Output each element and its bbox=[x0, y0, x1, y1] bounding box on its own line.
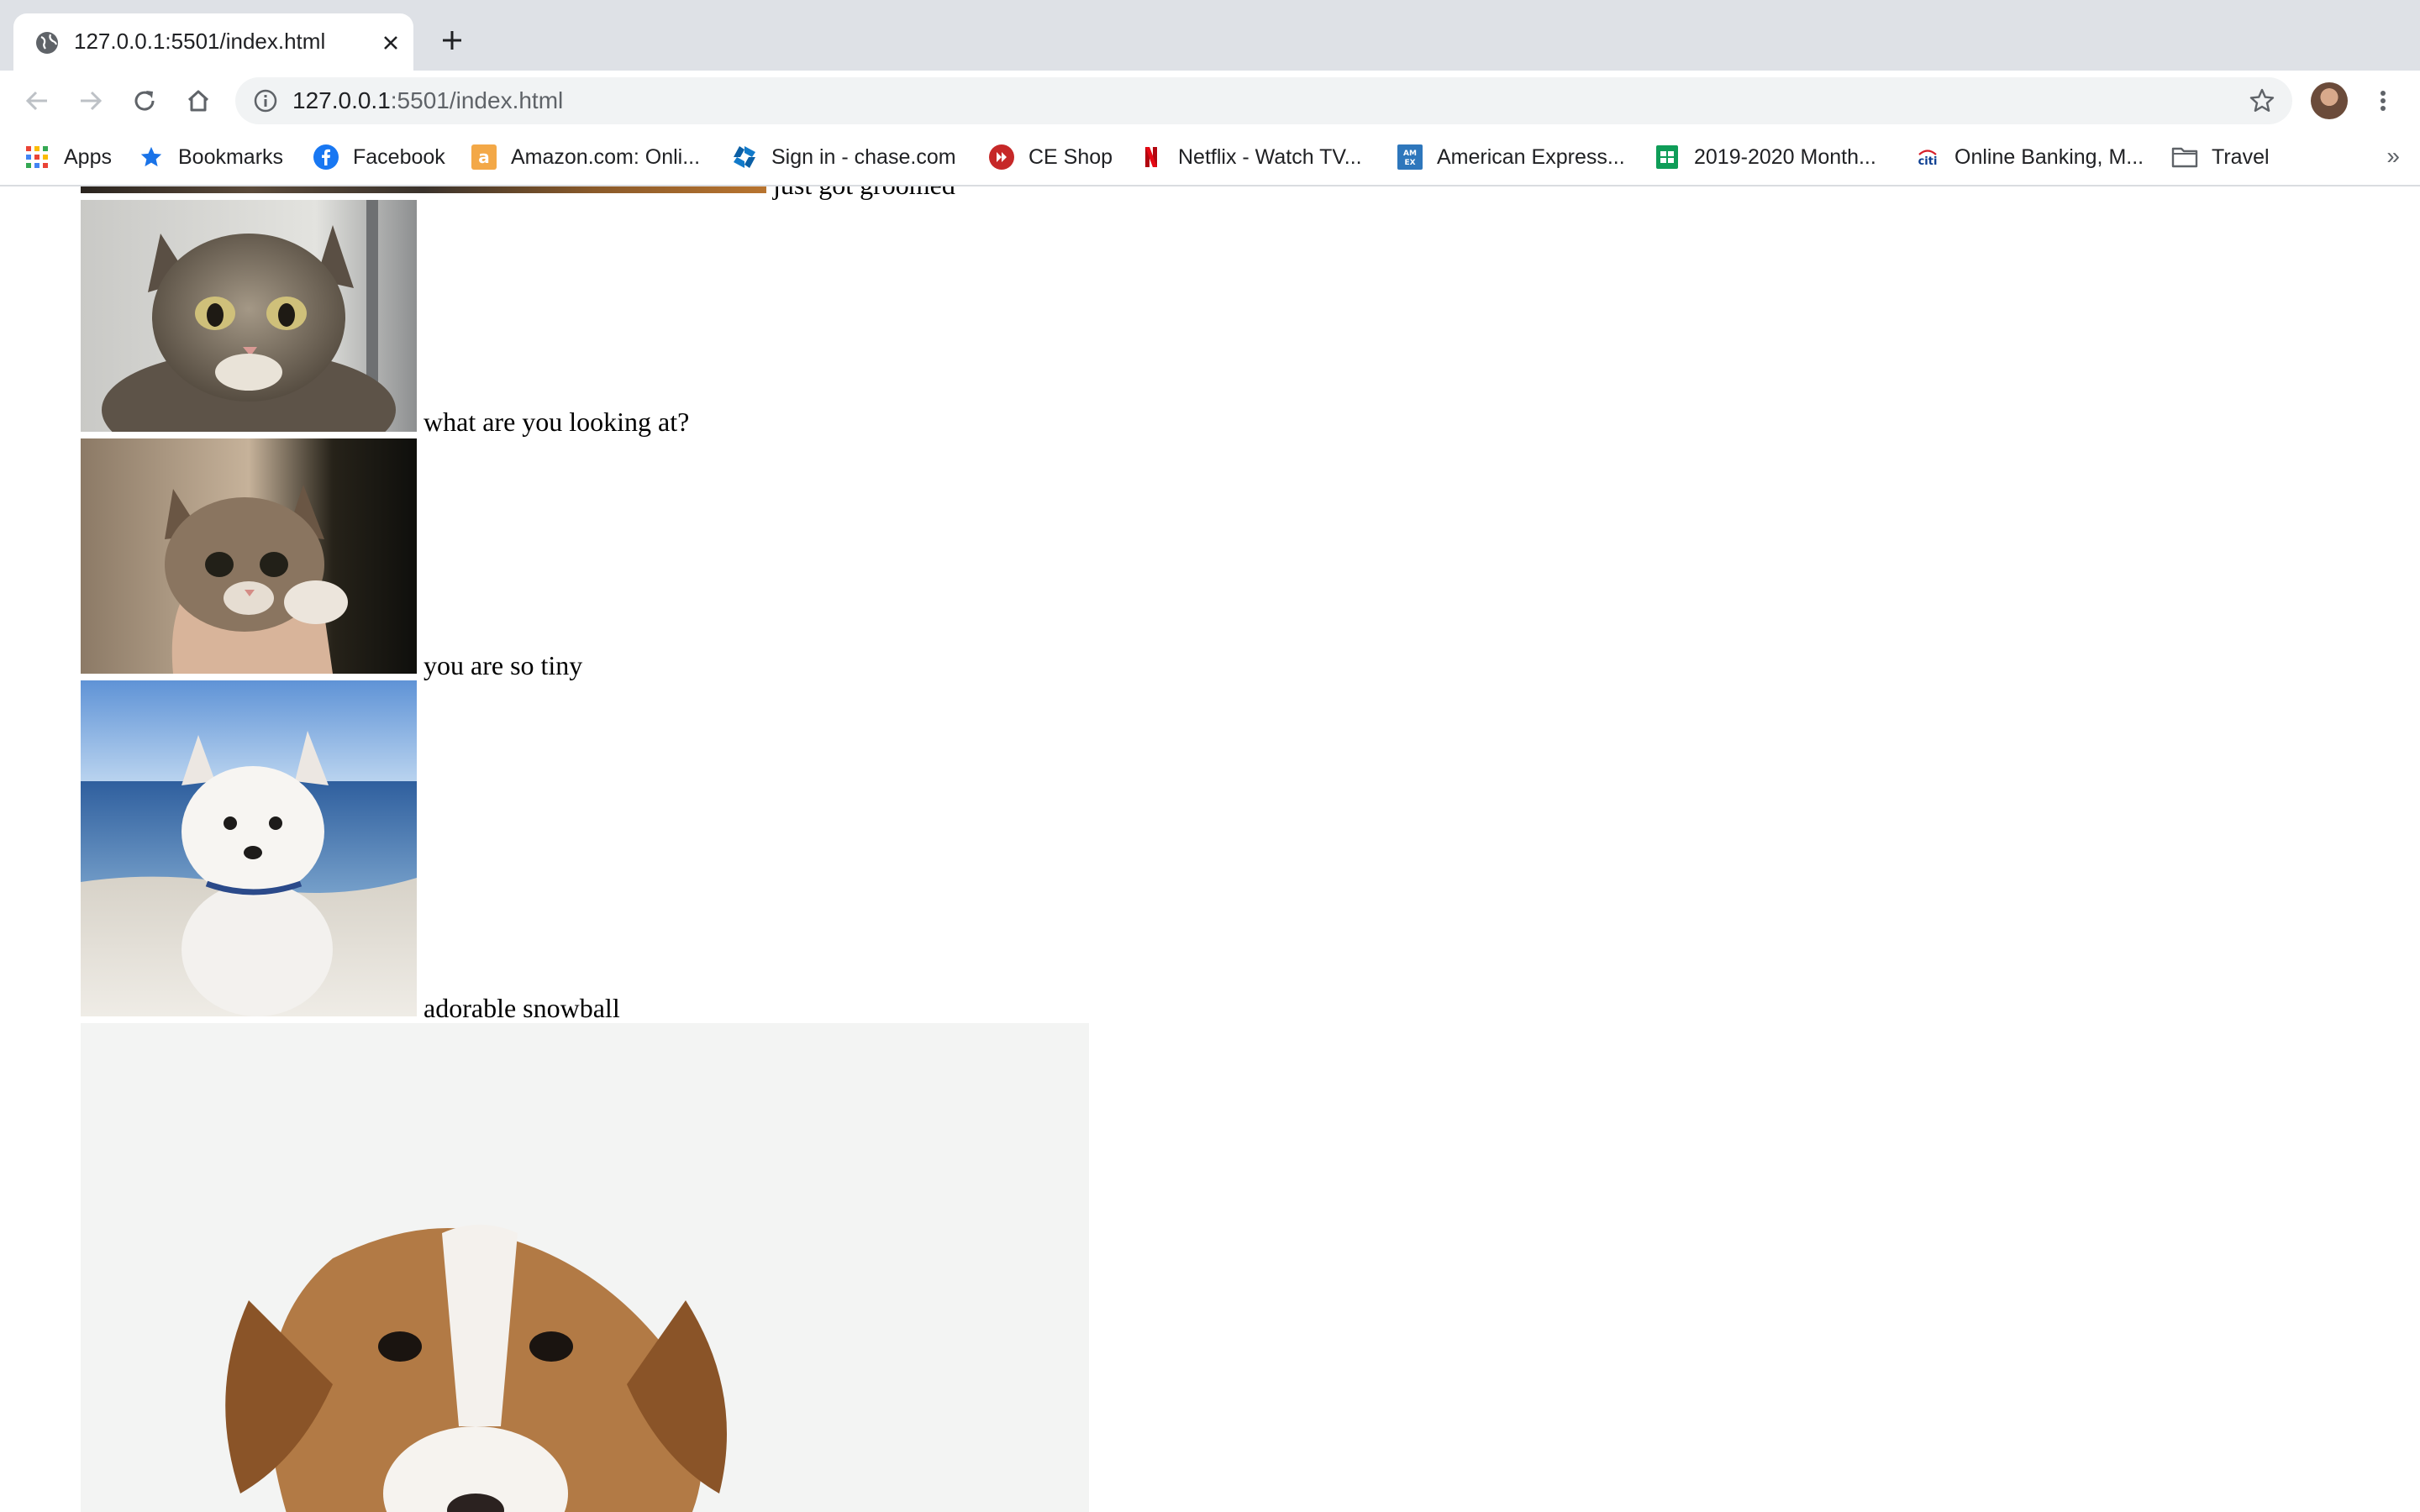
bookmarks-overflow-button[interactable]: » bbox=[2386, 143, 2400, 170]
bookmark-label: Travel bbox=[2212, 144, 2270, 169]
reload-button[interactable] bbox=[124, 81, 165, 121]
netflix-icon bbox=[1138, 144, 1165, 171]
apps-grid-icon bbox=[24, 144, 50, 171]
bookmark-label: Apps bbox=[64, 144, 112, 169]
menu-button[interactable] bbox=[2363, 81, 2403, 121]
back-button[interactable] bbox=[17, 81, 57, 121]
bookmark-ce-shop[interactable]: CE Shop bbox=[988, 131, 1113, 183]
globe-icon bbox=[36, 32, 58, 54]
citi-icon: citi bbox=[1914, 144, 1941, 171]
dog-photo bbox=[81, 186, 766, 193]
tabby-kitten-photo bbox=[81, 200, 417, 432]
star-icon bbox=[138, 144, 165, 171]
arrow-right-icon bbox=[81, 91, 103, 111]
page-content: just got groomed what are you looking at… bbox=[0, 186, 2420, 1512]
facebook-icon bbox=[313, 144, 339, 171]
close-icon[interactable] bbox=[378, 30, 403, 55]
profile-avatar[interactable] bbox=[2311, 82, 2348, 119]
browser-toolbar: 127.0.0.1:5501/index.html bbox=[0, 71, 2420, 131]
url-host: 127.0.0.1 bbox=[292, 87, 391, 113]
bookmark-label: Bookmarks bbox=[178, 144, 284, 169]
info-icon[interactable] bbox=[252, 87, 279, 114]
svg-text:EX: EX bbox=[1404, 159, 1415, 167]
amazon-icon: a bbox=[471, 144, 497, 171]
chase-icon bbox=[731, 144, 758, 171]
home-icon bbox=[187, 90, 209, 112]
bookmark-amex[interactable]: AM EX American Express... bbox=[1397, 131, 1625, 183]
bookmark-label: CE Shop bbox=[1028, 144, 1113, 169]
ce-shop-icon bbox=[988, 144, 1015, 171]
url-text[interactable]: 127.0.0.1:5501/index.html bbox=[292, 87, 563, 114]
bookmark-bookmarks[interactable]: Bookmarks bbox=[138, 131, 283, 183]
bookmarks-bar: Apps Bookmarks Facebook a Amazon.com: On… bbox=[0, 131, 2420, 186]
url-path: :5501/index.html bbox=[390, 87, 564, 113]
tab-title: 127.0.0.1:5501/index.html bbox=[74, 29, 326, 54]
bookmark-label: Netflix - Watch TV... bbox=[1178, 144, 1362, 169]
beagle-puppy-photo bbox=[81, 1023, 1089, 1512]
photo-caption: what are you looking at? bbox=[424, 407, 690, 437]
white-puppy-photo bbox=[81, 680, 417, 1016]
forward-button[interactable] bbox=[71, 81, 111, 121]
folder-icon bbox=[2171, 144, 2198, 171]
bookmark-star-icon[interactable] bbox=[2245, 84, 2279, 118]
bookmark-label: Sign in - chase.com bbox=[771, 144, 956, 169]
bookmark-label: Facebook bbox=[353, 144, 445, 169]
amex-icon: AM EX bbox=[1397, 144, 1423, 171]
bookmark-label: 2019-2020 Month... bbox=[1694, 144, 1876, 169]
arrow-left-icon bbox=[25, 91, 47, 111]
bookmark-citi[interactable]: citi Online Banking, M... bbox=[1914, 131, 2144, 183]
bookmark-amazon[interactable]: a Amazon.com: Onli... bbox=[471, 131, 700, 183]
kebab-menu-icon bbox=[2381, 91, 2386, 111]
browser-tab[interactable]: 127.0.0.1:5501/index.html bbox=[13, 13, 413, 71]
photo-caption: just got groomed bbox=[773, 186, 955, 198]
svg-text:a: a bbox=[478, 147, 490, 167]
bookmark-apps[interactable]: Apps bbox=[24, 131, 112, 183]
plus-icon bbox=[443, 31, 461, 50]
bookmark-sheets[interactable]: 2019-2020 Month... bbox=[1654, 131, 1876, 183]
reload-icon bbox=[134, 91, 155, 111]
tab-strip: 127.0.0.1:5501/index.html bbox=[0, 0, 2420, 71]
svg-text:citi: citi bbox=[1918, 155, 1938, 168]
bookmark-facebook[interactable]: Facebook bbox=[313, 131, 445, 183]
bookmark-netflix[interactable]: Netflix - Watch TV... bbox=[1138, 131, 1362, 183]
bookmark-label: Amazon.com: Onli... bbox=[511, 144, 701, 169]
sheets-icon bbox=[1654, 144, 1681, 171]
photo-caption: you are so tiny bbox=[424, 650, 583, 680]
bookmark-label: American Express... bbox=[1437, 144, 1625, 169]
small-kitten-photo bbox=[81, 438, 417, 674]
svg-text:AM: AM bbox=[1403, 150, 1417, 158]
photo-caption: adorable snowball bbox=[424, 993, 620, 1023]
address-bar[interactable]: 127.0.0.1:5501/index.html bbox=[235, 77, 2292, 124]
bookmark-chase[interactable]: Sign in - chase.com bbox=[731, 131, 956, 183]
bookmark-label: Online Banking, M... bbox=[1954, 144, 2144, 169]
home-button[interactable] bbox=[178, 81, 218, 121]
bookmark-travel-folder[interactable]: Travel bbox=[2171, 131, 2270, 183]
new-tab-button[interactable] bbox=[435, 24, 469, 57]
